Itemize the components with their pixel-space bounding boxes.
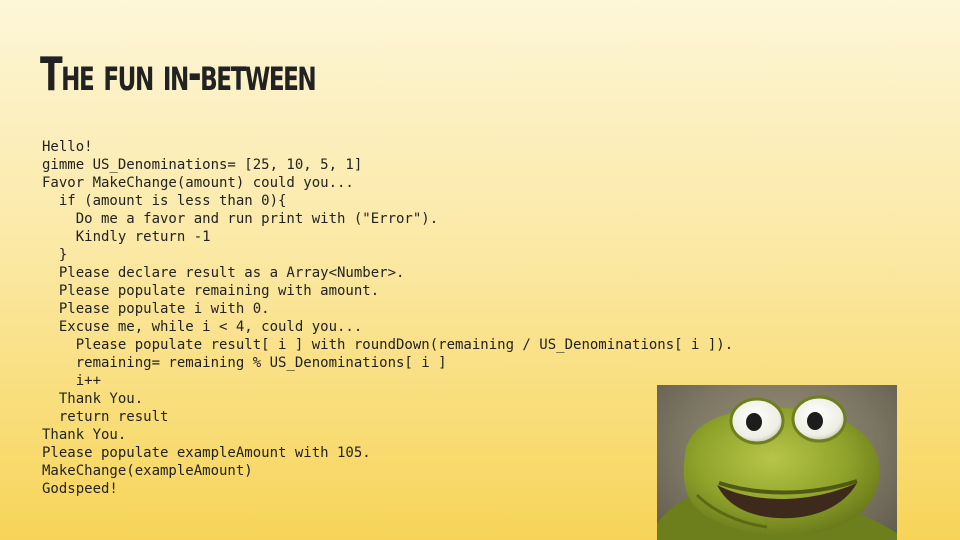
kermit-frog-image [657, 385, 897, 540]
code-line: gimme US_Denominations= [25, 10, 5, 1] [42, 157, 363, 173]
code-line: if (amount is less than 0){ [42, 193, 287, 209]
code-line: remaining= remaining % US_Denominations[… [42, 355, 447, 371]
code-line: Favor MakeChange(amount) could you... [42, 175, 354, 191]
code-line: Please populate remaining with amount. [42, 283, 380, 299]
code-line: Excuse me, while i < 4, could you... [42, 319, 363, 335]
code-line: Hello! [42, 139, 93, 155]
code-line: Do me a favor and run print with ("Error… [42, 211, 439, 227]
code-line: Kindly return -1 [42, 229, 211, 245]
frog-illustration [657, 395, 897, 540]
slide: The fun in-between Hello! gimme US_Denom… [0, 0, 960, 540]
code-line: Please populate i with 0. [42, 301, 270, 317]
slide-title: The fun in-between [40, 47, 317, 101]
code-line: Please declare result as a Array<Number>… [42, 265, 405, 281]
code-line: Please populate result[ i ] with roundDo… [42, 337, 734, 353]
code-line: } [42, 247, 68, 263]
